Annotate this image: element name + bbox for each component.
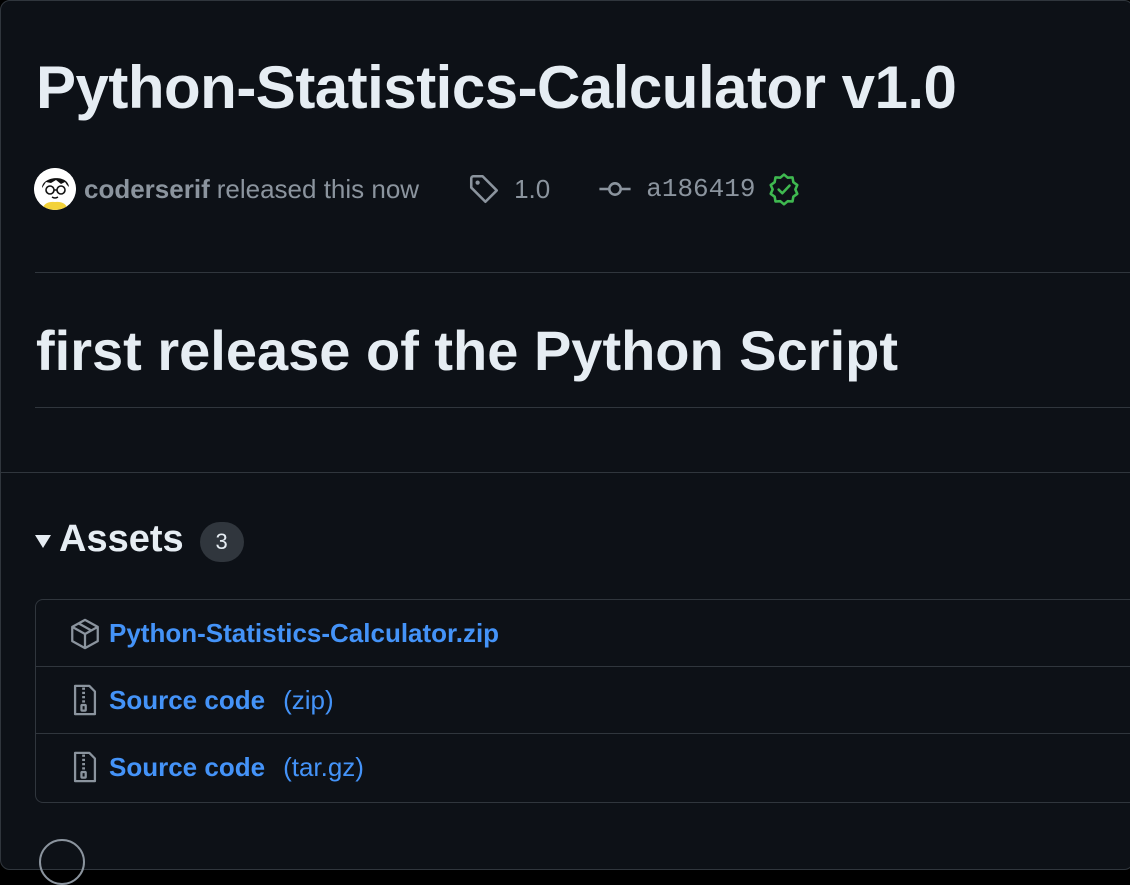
file-zip-icon [68, 750, 102, 784]
asset-row: Source code (zip) [36, 666, 1130, 733]
asset-link[interactable]: Python-Statistics-Calculator.zip [109, 618, 499, 649]
released-text: released this now [216, 173, 420, 204]
release-title[interactable]: Python-Statistics-Calculator v1.0 [36, 51, 957, 125]
verified-icon[interactable] [767, 172, 801, 206]
package-icon [68, 617, 102, 651]
divider [1, 472, 1130, 473]
tag-link[interactable]: 1.0 [514, 174, 550, 205]
git-commit-icon [598, 172, 632, 206]
tag-icon [467, 172, 501, 206]
assets-count-badge: 3 [199, 522, 244, 562]
author-link[interactable]: coderserif [84, 174, 210, 205]
divider [35, 272, 1130, 273]
assets-toggle[interactable]: Assets 3 [35, 515, 244, 563]
divider [35, 407, 1130, 408]
avatar[interactable] [34, 168, 76, 210]
asset-format[interactable]: (tar.gz) [283, 752, 364, 783]
asset-format[interactable]: (zip) [283, 685, 334, 716]
release-meta: coderserif released this now 1.0 a186419 [34, 167, 801, 211]
asset-row: Python-Statistics-Calculator.zip [36, 600, 1130, 667]
smiley-icon[interactable] [39, 839, 85, 885]
file-zip-icon [68, 683, 102, 717]
commit-link[interactable]: a186419 [646, 174, 755, 204]
assets-title: Assets [59, 517, 184, 560]
assets-list: Python-Statistics-Calculator.zip Source … [35, 599, 1130, 803]
release-card: Python-Statistics-Calculator v1.0 coders… [0, 0, 1130, 885]
asset-row: Source code (tar.gz) [36, 733, 1130, 800]
triangle-down-icon [35, 534, 51, 548]
release-notes-heading: first release of the Python Script [36, 319, 898, 382]
asset-link[interactable]: Source code [109, 685, 265, 716]
asset-link[interactable]: Source code [109, 752, 265, 783]
